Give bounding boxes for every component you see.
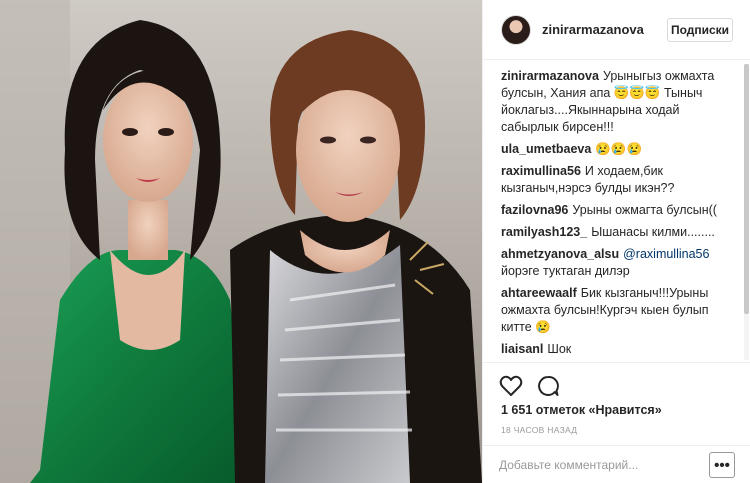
- comment-text: Ышанасы килми........: [591, 225, 715, 239]
- comment-author[interactable]: ramilyash123_: [501, 225, 587, 239]
- comment-author[interactable]: liaisanl: [501, 342, 543, 356]
- comment-icon[interactable]: [537, 375, 559, 397]
- comment-item: ahtareewaalf Бик кызганыч!!!Урыны ожмахта…: [501, 285, 737, 336]
- comment-text: Урыны ожмагта булсын((: [572, 203, 717, 217]
- post-header: zinirarmazanova Подписки: [483, 0, 750, 60]
- comments-list: zinirarmazanova Урыныгыз ожмахта булсын, …: [483, 62, 745, 362]
- comment-item: fazilovna96 Урыны ожмагта булсын((: [501, 202, 737, 219]
- heart-icon[interactable]: [499, 375, 523, 397]
- comment-author[interactable]: fazilovna96: [501, 203, 568, 217]
- comment-text: Шок: [547, 342, 572, 356]
- following-button[interactable]: Подписки: [667, 18, 733, 42]
- comment-author[interactable]: raximullina56: [501, 164, 581, 178]
- comment-item: ahmetzyanova_alsu @raximullina56 йорэге т…: [501, 246, 737, 280]
- post-timestamp: 18 ЧАСОВ НАЗАД: [501, 425, 578, 435]
- comment-item: raximullina56 И ходаем,бик кызганыч,нэрсэ…: [501, 163, 737, 197]
- comment-text: 😢😢😢: [595, 142, 643, 156]
- comment-item: ramilyash123_ Ышанасы килми........: [501, 224, 737, 241]
- post-author-username[interactable]: zinirarmazanova: [542, 22, 672, 37]
- scrollbar-thumb[interactable]: [744, 64, 749, 314]
- action-icons: [499, 375, 559, 397]
- comment-item: liaisanl Шок: [501, 341, 737, 358]
- comment-author[interactable]: zinirarmazanova: [501, 69, 599, 83]
- likes-count[interactable]: 1 651 отметок «Нравится»: [501, 403, 662, 417]
- comment-mention[interactable]: @raximullina56: [623, 247, 709, 261]
- more-options-icon[interactable]: •••: [709, 452, 735, 478]
- add-comment-bar: •••: [483, 445, 750, 483]
- comment-text: йорэге туктаган дилэр: [501, 264, 630, 278]
- post-side-panel: zinirarmazanova Подписки zinirarmazanova…: [482, 0, 750, 483]
- comment-author[interactable]: ahmetzyanova_alsu: [501, 247, 619, 261]
- comments-scrollbar[interactable]: [744, 64, 749, 360]
- comment-author[interactable]: ahtareewaalf: [501, 286, 577, 300]
- post-photo-image: [0, 0, 482, 483]
- post-photo[interactable]: [0, 0, 482, 483]
- comment-author[interactable]: ula_umetbaeva: [501, 142, 591, 156]
- comment-item: zinirarmazanova Урыныгыз ожмахта булсын, …: [501, 68, 737, 136]
- comment-input[interactable]: [499, 454, 689, 476]
- comment-item: ula_umetbaeva 😢😢😢: [501, 141, 737, 158]
- avatar[interactable]: [501, 14, 531, 45]
- post-actions: 1 651 отметок «Нравится» 18 ЧАСОВ НАЗАД …: [483, 362, 750, 483]
